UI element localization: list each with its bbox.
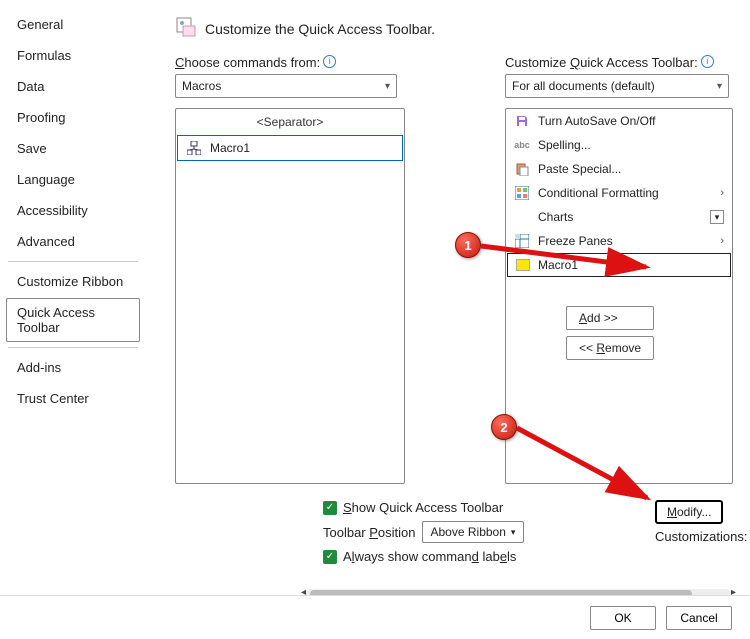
main-panel: Customize the Quick Access Toolbar. Choo… xyxy=(145,0,750,595)
separator-item[interactable]: <Separator> xyxy=(176,109,404,135)
sidebar-item-quick-access-toolbar[interactable]: Quick Access Toolbar xyxy=(6,298,140,342)
ok-button[interactable]: OK xyxy=(590,606,656,630)
list-item-label: Spelling... xyxy=(538,138,591,152)
list-item-charts[interactable]: Charts ▾ xyxy=(506,205,732,229)
save-icon xyxy=(514,113,530,129)
sidebar-item-language[interactable]: Language xyxy=(6,165,140,194)
list-item-label: Charts xyxy=(538,210,573,224)
toolbar-position-label: Toolbar Position xyxy=(323,525,416,540)
submenu-arrow-icon: › xyxy=(720,187,724,199)
submenu-arrow-icon: › xyxy=(720,235,724,247)
list-item-label: Paste Special... xyxy=(538,162,621,176)
list-item-autosave[interactable]: Turn AutoSave On/Off xyxy=(506,109,732,133)
spelling-icon: abc xyxy=(514,137,530,153)
freeze-panes-icon xyxy=(514,233,530,249)
remove-button[interactable]: << Remove xyxy=(566,336,654,360)
sidebar-item-data[interactable]: Data xyxy=(6,72,140,101)
qat-listbox[interactable]: Turn AutoSave On/Off abc Spelling... Pas… xyxy=(505,108,733,484)
list-item-macro1[interactable]: Macro1 xyxy=(177,135,403,161)
customizations-label: Customizations: xyxy=(655,529,747,544)
list-item-label: Macro1 xyxy=(538,258,578,272)
customize-qat-icon xyxy=(175,16,197,41)
chevron-down-icon: ▾ xyxy=(511,527,516,538)
customize-qat-dropdown[interactable]: For all documents (default)▾ xyxy=(505,74,729,98)
list-item-freeze-panes[interactable]: Freeze Panes › xyxy=(506,229,732,253)
add-button[interactable]: Add >> xyxy=(566,306,654,330)
customize-qat-label: Customize Quick Access Toolbar:i xyxy=(505,55,733,70)
scroll-left-icon[interactable]: ◂ xyxy=(301,587,306,595)
submenu-dropdown-icon: ▾ xyxy=(710,210,724,224)
show-qat-label: Show Quick Access Toolbar xyxy=(343,500,503,515)
list-item-label: Freeze Panes xyxy=(538,234,613,248)
chevron-down-icon: ▾ xyxy=(385,81,390,92)
commands-listbox[interactable]: <Separator> Macro1 xyxy=(175,108,405,484)
always-labels-label: Always show command labels xyxy=(343,549,516,564)
sidebar-separator xyxy=(8,347,138,348)
sidebar-item-customize-ribbon[interactable]: Customize Ribbon xyxy=(6,267,140,296)
page-title: Customize the Quick Access Toolbar. xyxy=(205,21,435,37)
info-icon[interactable]: i xyxy=(323,55,336,68)
sidebar-separator xyxy=(8,261,138,262)
info-icon[interactable]: i xyxy=(701,55,714,68)
show-qat-checkbox[interactable]: ✓ xyxy=(323,501,337,515)
sidebar-item-trust-center[interactable]: Trust Center xyxy=(6,384,140,413)
list-item-paste-special[interactable]: Paste Special... xyxy=(506,157,732,181)
scroll-right-icon[interactable]: ▸ xyxy=(731,587,736,595)
chevron-down-icon: ▾ xyxy=(717,81,722,92)
sidebar-item-formulas[interactable]: Formulas xyxy=(6,41,140,70)
cancel-button[interactable]: Cancel xyxy=(666,606,732,630)
conditional-formatting-icon xyxy=(514,185,530,201)
sidebar-item-accessibility[interactable]: Accessibility xyxy=(6,196,140,225)
always-labels-checkbox[interactable]: ✓ xyxy=(323,550,337,564)
paste-icon xyxy=(514,161,530,177)
blank-icon xyxy=(514,209,530,225)
sidebar-item-general[interactable]: General xyxy=(6,10,140,39)
toolbar-position-dropdown[interactable]: Above Ribbon▾ xyxy=(422,521,525,543)
list-item-label: Turn AutoSave On/Off xyxy=(538,114,655,128)
horizontal-scrollbar[interactable]: ◂ ▸ xyxy=(305,589,732,595)
list-item-macro1-target[interactable]: Macro1 xyxy=(507,253,731,277)
list-item-label: Conditional Formatting xyxy=(538,186,659,200)
sidebar-item-proofing[interactable]: Proofing xyxy=(6,103,140,132)
choose-commands-label: Choose commands from:i xyxy=(175,55,405,70)
list-item-label: Macro1 xyxy=(210,141,250,155)
list-item-conditional-formatting[interactable]: Conditional Formatting › xyxy=(506,181,732,205)
sidebar-item-addins[interactable]: Add-ins xyxy=(6,353,140,382)
dialog-footer: OK Cancel xyxy=(0,595,750,639)
choose-commands-dropdown[interactable]: Macros▾ xyxy=(175,74,397,98)
sidebar: General Formulas Data Proofing Save Lang… xyxy=(0,0,145,595)
list-item-spelling[interactable]: abc Spelling... xyxy=(506,133,732,157)
sidebar-item-save[interactable]: Save xyxy=(6,134,140,163)
sidebar-item-advanced[interactable]: Advanced xyxy=(6,227,140,256)
modify-button[interactable]: Modify... xyxy=(655,500,723,524)
annotation-callout-2: 2 xyxy=(491,414,517,440)
macro-yellow-icon xyxy=(516,259,530,271)
annotation-callout-1: 1 xyxy=(455,232,481,258)
scroll-thumb[interactable] xyxy=(310,590,692,595)
macro-icon xyxy=(186,140,202,156)
